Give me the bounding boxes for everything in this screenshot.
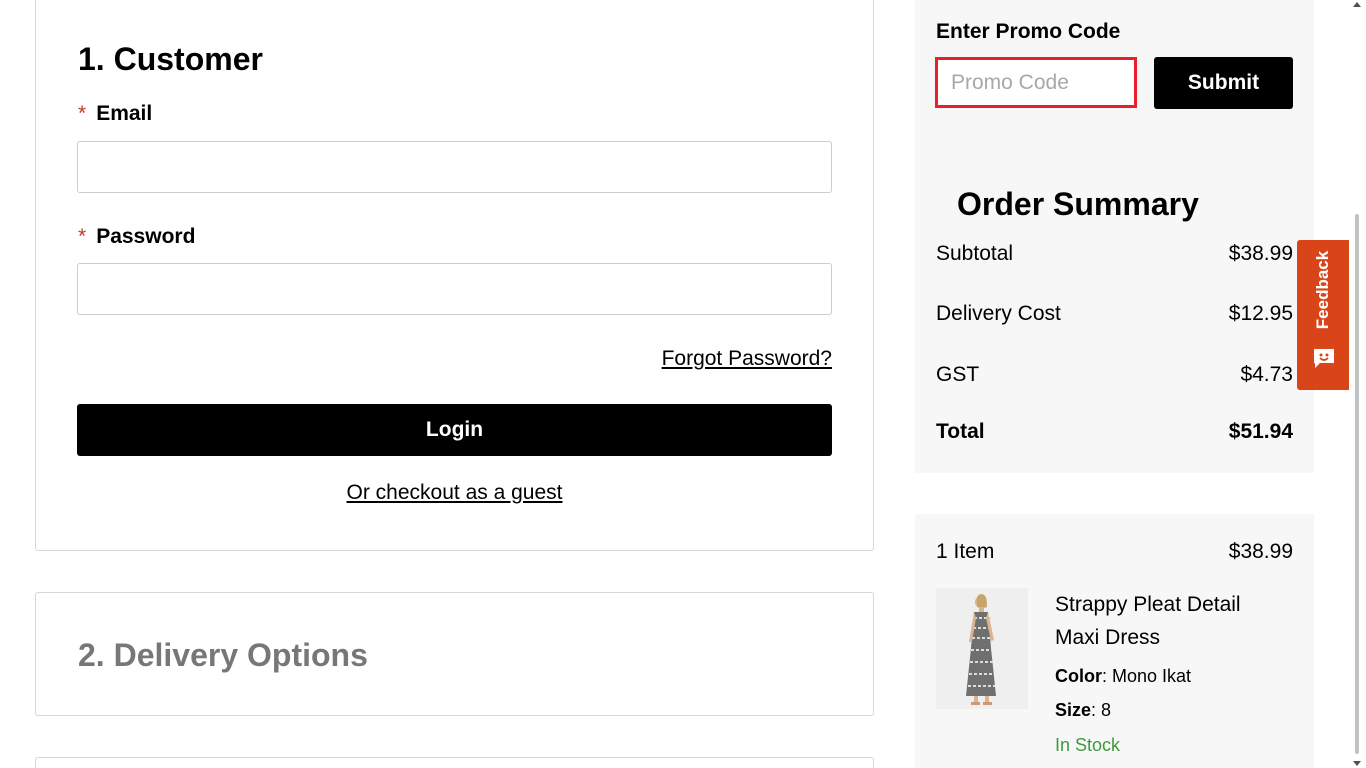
guest-checkout-link[interactable]: Or checkout as a guest	[347, 481, 563, 504]
delivery-options-title: 2. Delivery Options	[78, 637, 368, 673]
promo-code-input[interactable]	[935, 57, 1137, 108]
product-color-value: Mono Ikat	[1112, 666, 1192, 686]
email-field[interactable]	[77, 141, 832, 193]
order-summary-panel: Enter Promo Code Submit Order Summary Su…	[915, 0, 1314, 473]
scroll-up-arrow-icon[interactable]	[1353, 2, 1361, 7]
summary-row-value: $4.73	[1240, 363, 1293, 386]
items-count-row: 1 Item $38.99	[936, 540, 1293, 564]
summary-row-delivery: Delivery Cost $12.95	[936, 302, 1293, 326]
product-size-value: 8	[1101, 700, 1112, 720]
forgot-password-link[interactable]: Forgot Password?	[662, 347, 832, 371]
login-button[interactable]: Login	[77, 404, 832, 456]
page-scrollbar[interactable]	[1349, 0, 1366, 768]
product-size: Size: 8	[1055, 700, 1112, 720]
dress-product-icon	[936, 588, 1028, 709]
summary-row-label: Subtotal	[936, 242, 1014, 265]
required-marker: *	[78, 102, 87, 125]
summary-row-gst: GST $4.73	[936, 363, 1293, 387]
customer-section: 1. Customer * Email * Password Forgot Pass…	[35, 0, 874, 551]
summary-row-label: GST	[936, 363, 980, 386]
order-summary-title: Order Summary	[957, 186, 1199, 222]
summary-row-value: $12.95	[1228, 302, 1293, 325]
items-count-value: $38.99	[1228, 540, 1293, 563]
guest-checkout-container: Or checkout as a guest	[36, 481, 873, 505]
scroll-down-arrow-icon[interactable]	[1353, 761, 1361, 766]
email-label-text: Email	[96, 102, 153, 125]
items-count-label: 1 Item	[936, 540, 995, 563]
summary-total-value: $51.94	[1228, 420, 1293, 443]
password-field[interactable]	[77, 263, 832, 315]
required-marker: *	[78, 225, 87, 248]
summary-row-subtotal: Subtotal $38.99	[936, 242, 1293, 266]
summary-row-value: $38.99	[1228, 242, 1293, 265]
product-color-label: Color	[1055, 666, 1102, 686]
product-size-label: Size	[1055, 700, 1092, 720]
dress-product-image[interactable]	[936, 588, 1028, 709]
payment-section	[35, 757, 874, 768]
summary-row-label: Delivery Cost	[936, 302, 1061, 325]
product-name[interactable]: Strappy Pleat Detail Maxi Dress	[1055, 588, 1285, 654]
scrollbar-thumb[interactable]	[1355, 214, 1359, 754]
email-label: * Email	[78, 102, 152, 126]
customer-section-title: 1. Customer	[78, 41, 263, 77]
delivery-options-section[interactable]: 2. Delivery Options	[35, 592, 874, 716]
feedback-label: Feedback	[1313, 250, 1332, 330]
summary-total-label: Total	[936, 420, 985, 443]
feedback-tab[interactable]: Feedback	[1297, 240, 1349, 390]
password-label-text: Password	[96, 225, 196, 248]
summary-row-total: Total $51.94	[936, 420, 1293, 444]
product-color: Color: Mono Ikat	[1055, 666, 1192, 686]
promo-submit-button[interactable]: Submit	[1154, 57, 1293, 109]
cart-items-panel: 1 Item $38.99 Strappy Pleat Detail Maxi …	[915, 514, 1314, 768]
stock-status: In Stock	[1055, 735, 1121, 755]
chat-face-icon	[1314, 349, 1334, 368]
password-label: * Password	[78, 225, 195, 249]
promo-code-label: Enter Promo Code	[936, 20, 1121, 43]
